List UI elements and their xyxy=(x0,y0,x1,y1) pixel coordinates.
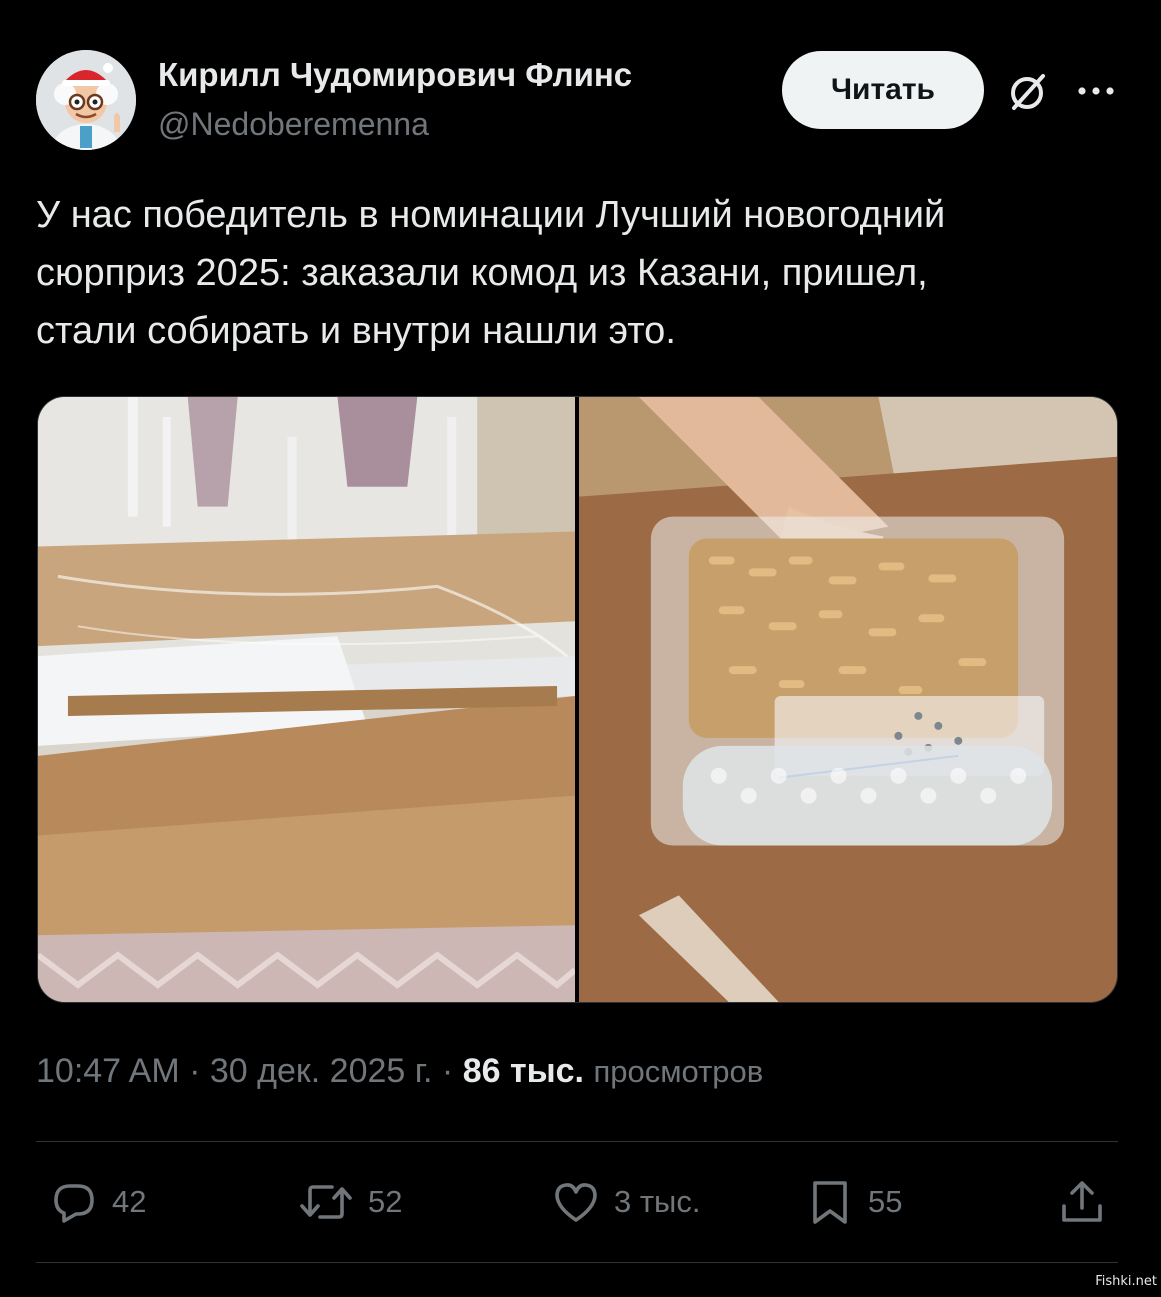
bookmark-count: 55 xyxy=(868,1184,903,1219)
views-count[interactable]: 86 тыс. xyxy=(463,1052,584,1090)
heart-icon xyxy=(555,1183,597,1222)
share-icon xyxy=(1062,1181,1102,1222)
views-label: просмотров xyxy=(593,1054,764,1089)
bookmark-button[interactable]: 55 xyxy=(806,1176,902,1228)
meta-separator: · xyxy=(189,1052,201,1090)
divider xyxy=(36,1262,1118,1263)
retweet-button[interactable]: 52 xyxy=(298,1176,402,1228)
bookmark-icon xyxy=(813,1181,847,1224)
reply-count: 42 xyxy=(112,1184,147,1219)
reply-icon xyxy=(54,1184,94,1223)
grok-icon[interactable] xyxy=(1006,70,1050,114)
like-button[interactable]: 3 тыс. xyxy=(552,1176,700,1228)
author-handle[interactable]: @Nedoberemenna xyxy=(158,106,429,143)
tweet-date[interactable]: 30 дек. 2025 г. xyxy=(210,1052,433,1090)
tweet-media[interactable] xyxy=(37,396,1118,1003)
tweet-text: У нас победитель в номинации Лучший ново… xyxy=(36,194,946,352)
avatar[interactable] xyxy=(36,50,136,150)
photo-found-package[interactable] xyxy=(579,397,1117,1002)
author-name[interactable]: Кирилл Чудомирович Флинс xyxy=(158,56,632,94)
retweet-icon xyxy=(300,1185,352,1219)
tweet-time[interactable]: 10:47 AM xyxy=(36,1052,180,1090)
divider xyxy=(36,1141,1118,1142)
follow-button[interactable]: Читать xyxy=(782,51,984,129)
share-button[interactable] xyxy=(1058,1176,1106,1228)
retweet-count: 52 xyxy=(368,1184,403,1219)
reply-button[interactable]: 42 xyxy=(50,1176,146,1228)
like-count: 3 тыс. xyxy=(614,1184,701,1219)
watermark: Fishki.net xyxy=(1095,1274,1157,1289)
avatar-image xyxy=(36,50,136,150)
tweet-meta: 10:47 AM · 30 дек. 2025 г. · 86 тыс. про… xyxy=(36,1052,763,1091)
meta-separator: · xyxy=(441,1052,454,1090)
photo-unpacked-boxes[interactable] xyxy=(38,397,575,1002)
more-icon[interactable] xyxy=(1074,80,1118,102)
